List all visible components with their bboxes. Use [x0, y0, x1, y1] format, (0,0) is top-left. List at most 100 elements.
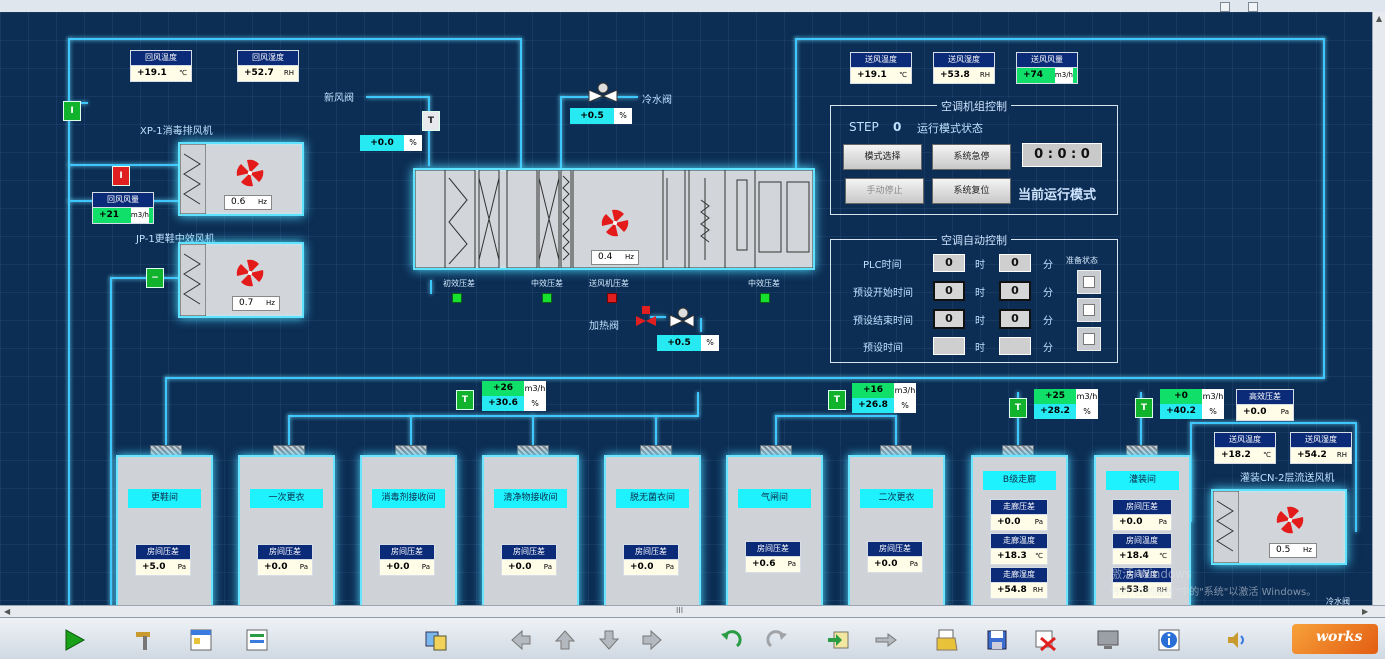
start-minute-input[interactable]: 0 — [999, 281, 1031, 301]
redo-button[interactable] — [760, 623, 794, 657]
monitor-button[interactable] — [1091, 623, 1125, 657]
export-icon — [875, 633, 897, 647]
play-icon — [65, 629, 86, 651]
bottom-toolbar: works — [0, 617, 1385, 659]
xp1-fan-switch[interactable]: I — [112, 166, 130, 186]
cn2-fan-label: 灌装CN-2层流送风机 — [1240, 473, 1335, 484]
open-folder-button[interactable] — [930, 623, 964, 657]
corridor-temp-tag: 走廊温度 +18.3 ℃ — [990, 533, 1048, 565]
monitor-icon — [1097, 630, 1119, 649]
window-close-button[interactable] — [1248, 2, 1258, 12]
room-pressure-tag: 房间压差 +0.0 Pa — [867, 541, 923, 573]
auto-enable-checkbox-2[interactable] — [1077, 298, 1101, 322]
branch-3-switch[interactable]: T — [1009, 398, 1027, 418]
room-airlock[interactable]: 气闸间 房间压差 +0.6 Pa — [726, 455, 823, 605]
damper-icon — [1213, 491, 1239, 563]
vertical-scrollbar[interactable]: ▲ — [1372, 12, 1385, 605]
room-disinfectant-receive[interactable]: 消毒剂接收间 房间压差 +0.0 Pa — [360, 455, 457, 605]
end-hour-input[interactable]: 0 — [933, 309, 965, 329]
scroll-grip[interactable]: III — [676, 606, 683, 615]
return-air-temp-tag: 回风温度 +19.1 ℃ — [130, 50, 192, 82]
room-shoe-change[interactable]: 更鞋间 房间压差 +5.0 Pa — [116, 455, 213, 605]
info-button[interactable] — [1152, 623, 1186, 657]
window-icon — [246, 629, 268, 651]
arrow-up-icon — [554, 630, 576, 650]
xp1-fan-label: XP-1消毒排风机 — [140, 126, 213, 137]
fresh-air-valve-output: +0.0% — [360, 135, 422, 151]
room-b-corridor[interactable]: B级走廊 走廊压差 +0.0 Pa 走廊温度 +18.3 ℃ 走廊湿度 +54.8 R… — [971, 455, 1068, 605]
tools-button[interactable] — [128, 623, 162, 657]
ready-state-label: 准备状态 — [1066, 256, 1098, 265]
window-button[interactable] — [240, 623, 274, 657]
branch-1-switch[interactable]: T — [456, 390, 474, 410]
chilled-water-valve-icon[interactable] — [586, 82, 620, 102]
mode-select-button[interactable]: 模式选择 — [843, 144, 922, 170]
play-button[interactable] — [57, 623, 91, 657]
fresh-air-valve-label: 新风阀 — [324, 93, 354, 104]
plc-time-label: PLC时间 — [863, 260, 902, 271]
layout-icon — [190, 629, 212, 651]
step-label: STEP — [849, 120, 879, 134]
activation-watermark-line1: 激活 Windows — [1110, 567, 1192, 581]
export-button[interactable] — [869, 623, 903, 657]
medium-filter-label: 中效压差 — [531, 279, 563, 288]
auto-enable-checkbox-3[interactable] — [1077, 327, 1101, 351]
delete-button[interactable] — [1028, 623, 1062, 657]
corridor-pressure-tag: 走廊压差 +0.0 Pa — [990, 499, 1048, 531]
window-restore-button[interactable] — [1220, 2, 1230, 12]
cn2-laminar-fan-unit: 0.5 Hz — [1211, 489, 1347, 565]
arrow-left-button[interactable] — [503, 623, 537, 657]
import-button[interactable] — [821, 623, 855, 657]
primary-filter-led — [452, 293, 462, 303]
fresh-air-valve-switch[interactable]: T — [422, 111, 440, 131]
preset-time-label: 预设时间 — [863, 343, 903, 354]
save-button[interactable] — [980, 623, 1014, 657]
end-minute-input[interactable]: 0 — [999, 309, 1031, 329]
system-reset-button[interactable]: 系统复位 — [932, 178, 1011, 204]
jp1-medium-fan-unit: 0.7 Hz — [178, 242, 304, 318]
undo-button[interactable] — [714, 623, 748, 657]
audio-button[interactable] — [1220, 623, 1254, 657]
branch-4-flow-tag: +0 +40.2 m3/h% — [1160, 389, 1224, 419]
filling-temp-tag: 房间温度 +18.4 ℃ — [1112, 533, 1172, 565]
transfer-button[interactable] — [419, 623, 453, 657]
preset-minute — [999, 337, 1031, 355]
chilled-water-valve-output: +0.5% — [570, 108, 632, 124]
room-pressure-tag: 房间压差 +5.0 Pa — [135, 544, 191, 576]
room-pressure-tag: 房间压差 +0.6 Pa — [745, 541, 801, 573]
xp1-frequency-display: 0.6 Hz — [224, 195, 272, 210]
tools-icon — [136, 632, 150, 650]
primary-filter-label: 初效压差 — [443, 279, 475, 288]
supply-air-humidity-tag: 送风湿度 +53.8 RH — [933, 52, 995, 84]
return-air-switch[interactable]: I — [63, 101, 81, 121]
branch-2-switch[interactable]: T — [828, 390, 846, 410]
emergency-stop-button[interactable]: 系统急停 — [932, 144, 1011, 170]
arrow-up-button[interactable] — [548, 623, 582, 657]
plc-minute: 0 — [999, 254, 1031, 272]
arrow-right-icon — [642, 629, 662, 651]
fan-icon — [1276, 506, 1304, 534]
scada-canvas: 回风温度 +19.1 ℃ 回风湿度 +52.7 RH I XP-1消毒排风机 0.6… — [0, 12, 1372, 605]
auto-enable-checkbox-1[interactable] — [1077, 270, 1101, 294]
branch-4-switch[interactable]: T — [1135, 398, 1153, 418]
manual-stop-button[interactable]: 手动停止 — [845, 178, 924, 204]
room-sterile-gown-removal[interactable]: 脱无菌衣间 房间压差 +0.0 Pa — [604, 455, 701, 605]
arrow-right-button[interactable] — [636, 623, 670, 657]
room-second-change[interactable]: 二次更衣 房间压差 +0.0 Pa — [848, 455, 945, 605]
jp1-fan-switch[interactable]: − — [146, 268, 164, 288]
supply-air-flow-tag: 送风风量 +74 m3/h — [1016, 52, 1078, 84]
fan-icon — [601, 209, 629, 237]
activation-watermark-line2: 转到"控制面板"中的"系统"以激活 Windows。 — [1110, 587, 1317, 598]
step-value: 0 — [893, 120, 902, 134]
room-pressure-tag: 房间压差 +0.0 Pa — [257, 544, 313, 576]
room-pressure-tag: 房间压差 +0.0 Pa — [379, 544, 435, 576]
arrow-down-button[interactable] — [592, 623, 626, 657]
layout-button[interactable] — [184, 623, 218, 657]
room-first-change[interactable]: 一次更衣 房间压差 +0.0 Pa — [238, 455, 335, 605]
plc-hour: 0 — [933, 254, 965, 272]
room-clean-goods-receive[interactable]: 清净物接收间 房间压差 +0.0 Pa — [482, 455, 579, 605]
heating-valve-icon[interactable] — [636, 306, 694, 328]
start-hour-input[interactable]: 0 — [933, 281, 965, 301]
undo-icon — [721, 630, 742, 648]
preset-hour — [933, 337, 965, 355]
